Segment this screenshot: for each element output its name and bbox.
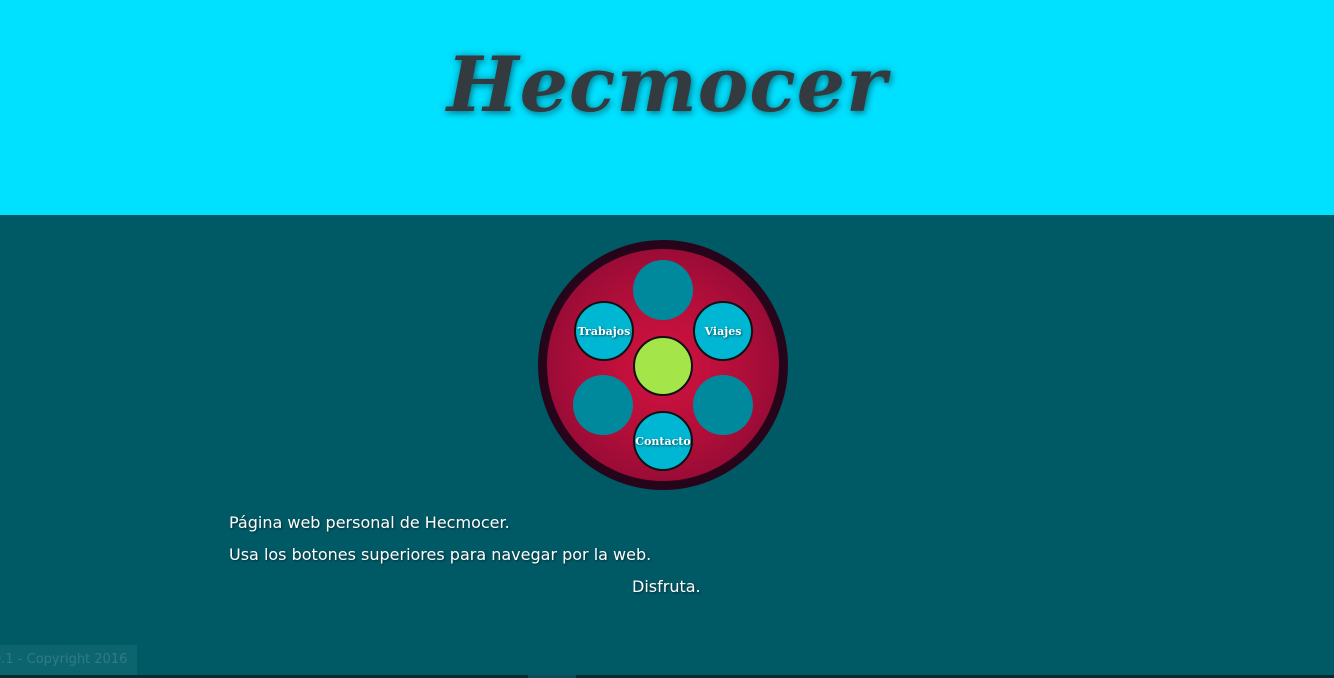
nav-button-center[interactable] bbox=[633, 336, 693, 396]
intro-text-line-3: Disfruta. bbox=[632, 577, 701, 596]
footer-version: 0.1 - Copyright 2016 bbox=[0, 645, 137, 675]
nav-button-trabajos[interactable]: Trabajos bbox=[574, 301, 634, 361]
nav-label-viajes: Viajes bbox=[704, 324, 742, 338]
nav-button-bottom-left[interactable] bbox=[573, 375, 633, 435]
nav-button-contacto[interactable]: Contacto bbox=[633, 411, 693, 471]
nav-button-viajes[interactable]: Viajes bbox=[693, 301, 753, 361]
intro-text-line-1: Página web personal de Hecmocer. bbox=[229, 513, 510, 532]
nav-label-trabajos: Trabajos bbox=[577, 324, 631, 338]
nav-button-bottom-right[interactable] bbox=[693, 375, 753, 435]
nav-button-top[interactable] bbox=[633, 260, 693, 320]
navigation-wheel: Trabajos Viajes Contacto bbox=[538, 240, 788, 490]
nav-label-contacto: Contacto bbox=[635, 434, 691, 448]
site-title: Hecmocer bbox=[446, 40, 888, 129]
site-header: Hecmocer bbox=[0, 0, 1334, 215]
intro-text-line-2: Usa los botones superiores para navegar … bbox=[229, 545, 652, 564]
